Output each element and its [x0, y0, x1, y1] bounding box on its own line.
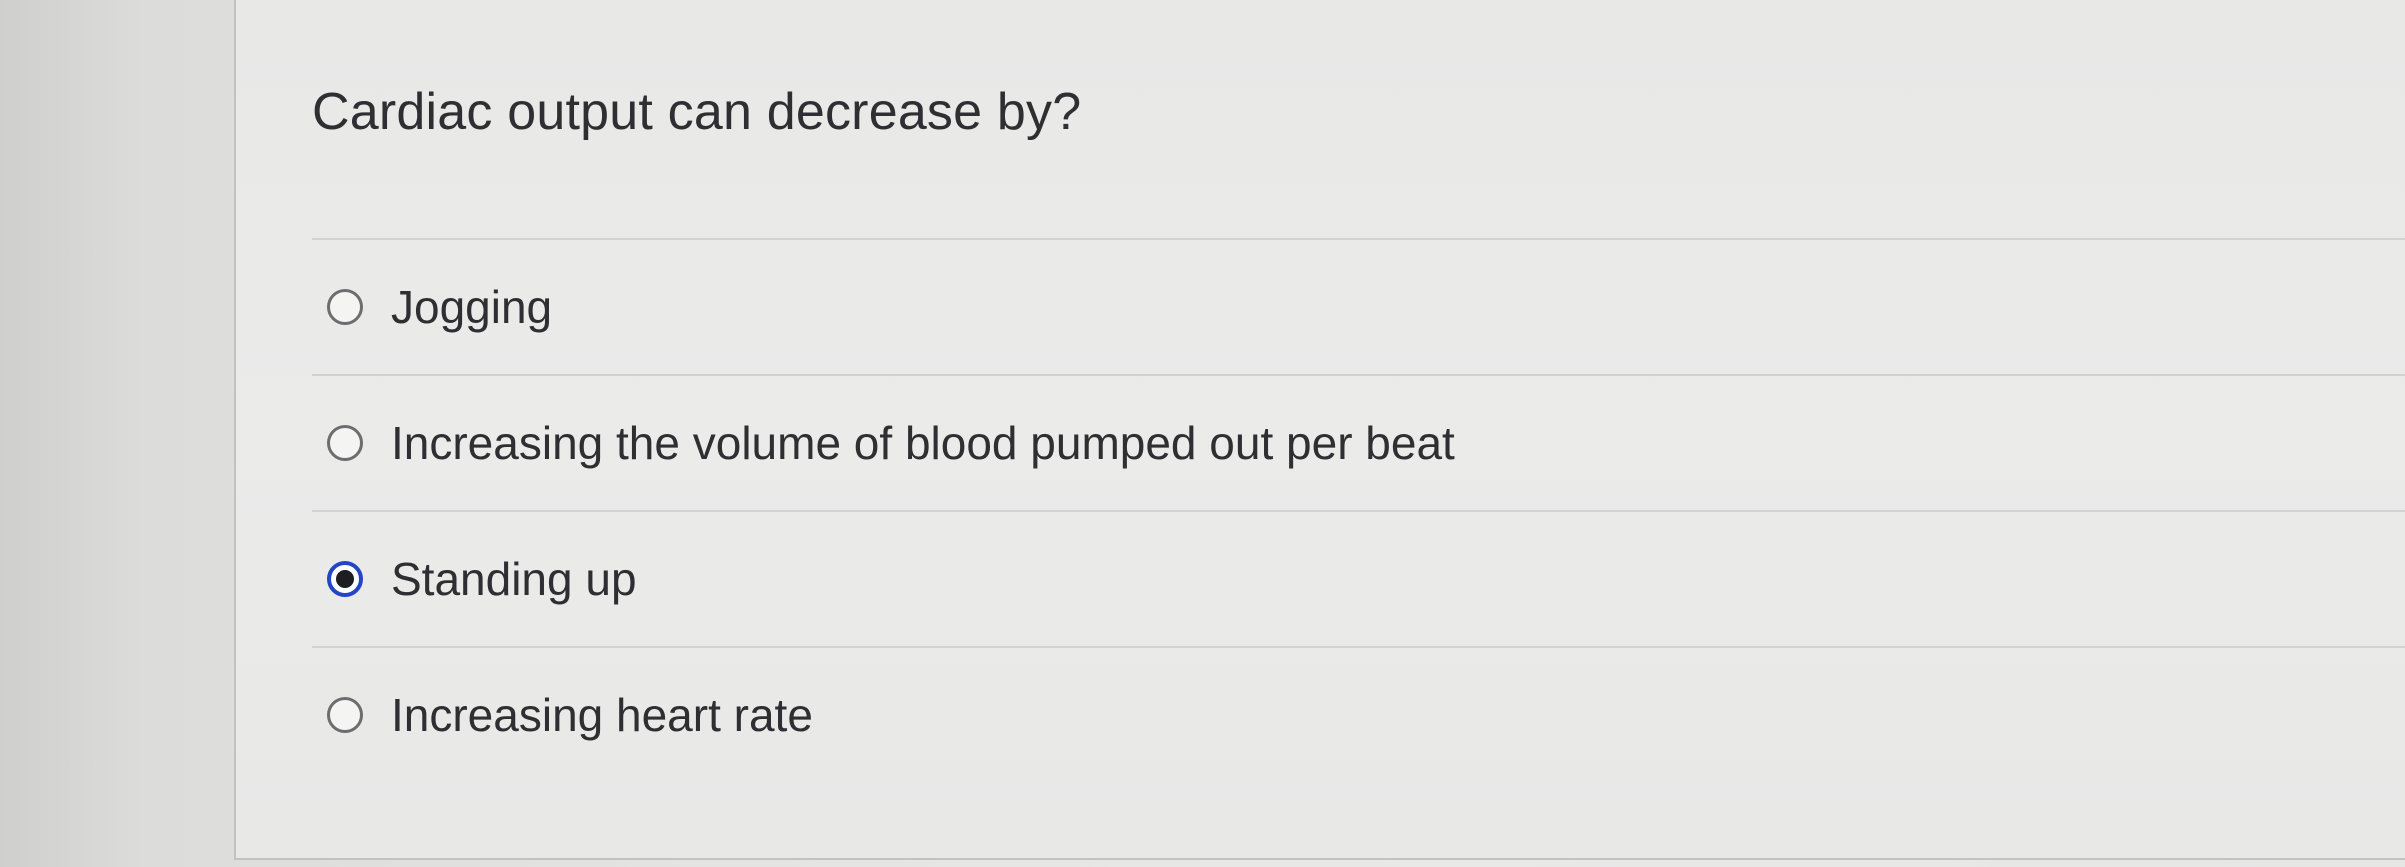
radio-button-standing-up[interactable] — [327, 561, 363, 597]
answer-option-increasing-heart-rate[interactable]: Increasing heart rate — [312, 646, 2405, 782]
radio-button-increasing-heart-rate[interactable] — [327, 697, 363, 733]
answer-option-jogging[interactable]: Jogging — [312, 238, 2405, 374]
radio-selected-dot — [336, 570, 354, 588]
answer-label: Jogging — [391, 281, 553, 333]
answer-label: Increasing heart rate — [391, 689, 813, 741]
radio-button-increasing-stroke-volume[interactable] — [327, 425, 363, 461]
answer-label: Standing up — [391, 553, 637, 605]
answer-option-standing-up[interactable]: Standing up — [312, 510, 2405, 646]
answer-label: Increasing the volume of blood pumped ou… — [391, 417, 1455, 469]
radio-button-jogging[interactable] — [327, 289, 363, 325]
answer-option-increasing-stroke-volume[interactable]: Increasing the volume of blood pumped ou… — [312, 374, 2405, 510]
answer-list: Jogging Increasing the volume of blood p… — [312, 238, 2405, 782]
question-text: Cardiac output can decrease by? — [312, 83, 1082, 141]
question-panel: Cardiac output can decrease by? Jogging … — [234, 0, 2405, 860]
